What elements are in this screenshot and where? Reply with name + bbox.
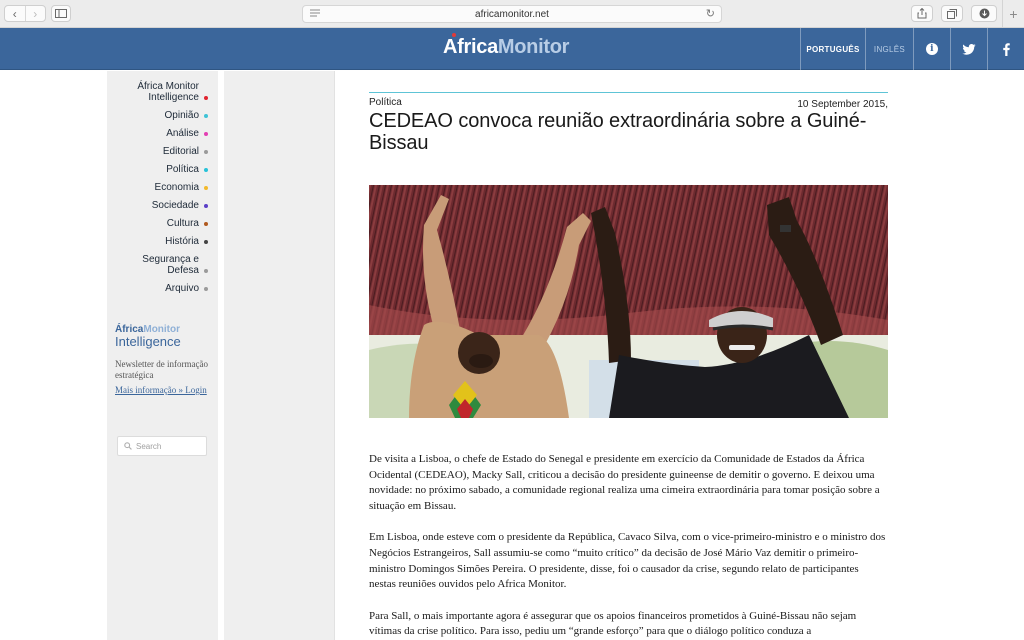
menu-item-economia[interactable]: Economia: [113, 182, 208, 193]
twitter-icon[interactable]: [950, 28, 987, 70]
back-icon[interactable]: ‹: [5, 6, 25, 21]
search-icon: [124, 442, 132, 450]
info-glyph: i: [926, 43, 938, 55]
category-dot-icon: [204, 203, 208, 208]
article-body: De visita a Lisboa, o chefe de Estado do…: [369, 452, 888, 640]
facebook-icon[interactable]: [987, 28, 1024, 70]
menu-item-politica[interactable]: Política: [113, 164, 208, 175]
category-dot-icon: [204, 286, 208, 291]
left-sidebar: África Monitor Intelligence Opinião Anál…: [107, 71, 218, 640]
menu-item-label: Economia: [154, 182, 199, 193]
category-dot-icon: [204, 221, 208, 226]
category-dot-icon: [204, 96, 208, 100]
article-date: 10 September 2015,: [797, 99, 888, 110]
intelligence-login-link[interactable]: Mais informação » Login: [115, 385, 215, 396]
search-input[interactable]: [136, 441, 196, 451]
middle-column: [224, 71, 334, 640]
category-dot-icon: [204, 149, 208, 154]
menu-item-label: Análise: [166, 128, 199, 139]
history-nav: ‹ ›: [4, 5, 46, 22]
search-box[interactable]: [117, 436, 207, 456]
category-dot-icon: [204, 131, 208, 136]
category-dot-icon: [204, 185, 208, 190]
menu-item-label: Arquivo: [165, 283, 199, 294]
menu-item-label: Sociedade: [151, 200, 199, 211]
menu-item-label: Segurança e Defesa: [142, 254, 199, 276]
language-portugues[interactable]: PORTUGUÊS: [800, 28, 865, 70]
menu-item-label: Opinião: [164, 110, 199, 121]
menu-item-africa-monitor-intelligence[interactable]: África Monitor Intelligence: [113, 81, 208, 103]
article-paragraph: Para Sall, o mais importante agora é ass…: [369, 609, 857, 638]
category-dot-icon: [204, 167, 208, 172]
column-divider: [334, 71, 335, 640]
menu-item-historia[interactable]: História: [113, 236, 208, 247]
site-logo[interactable]: Africa Monitor: [443, 33, 570, 59]
article-meta: Política 10 September 2015,: [369, 97, 888, 110]
intelligence-logo-c: Intelligence: [115, 334, 181, 349]
intelligence-promo: ÁfricaMonitor Intelligence Newsletter de…: [115, 324, 215, 396]
menu-item-label: Cultura: [166, 218, 199, 229]
sidebar-toggle-icon[interactable]: [51, 5, 71, 22]
menu-item-label: Política: [166, 164, 199, 175]
header-nav: PORTUGUÊS INGLÊS i: [800, 28, 1024, 70]
logo-part2: Monitor: [497, 36, 570, 58]
article-paragraph: De visita a Lisboa, o chefe de Estado do…: [369, 453, 880, 512]
article-title: CEDEAO convoca reunião extraordinária so…: [369, 110, 867, 154]
forward-icon[interactable]: ›: [24, 6, 46, 21]
menu-item-seguranca-e-defesa[interactable]: Segurança e Defesa: [113, 254, 208, 276]
info-icon[interactable]: i: [913, 28, 950, 70]
address-bar[interactable]: africamonitor.net ↻: [302, 5, 722, 23]
menu-item-opiniao[interactable]: Opinião: [113, 110, 208, 121]
reader-icon[interactable]: [310, 9, 320, 18]
category-dot-icon: [204, 239, 208, 244]
tabs-overview-icon[interactable]: [941, 5, 963, 22]
url-text: africamonitor.net: [475, 8, 549, 20]
menu-item-sociedade[interactable]: Sociedade: [113, 200, 208, 211]
language-ingles[interactable]: INGLÊS: [865, 28, 913, 70]
article-category[interactable]: Política: [369, 97, 402, 110]
menu-item-label: África Monitor Intelligence: [137, 81, 199, 103]
intelligence-description: Newsletter de informação estratégica: [115, 359, 208, 380]
reload-icon[interactable]: ↻: [706, 7, 715, 20]
menu-item-cultura[interactable]: Cultura: [113, 218, 208, 229]
menu-item-analise[interactable]: Análise: [113, 128, 208, 139]
site-header: Africa Monitor PORTUGUÊS INGLÊS i: [0, 28, 1024, 70]
menu-item-arquivo[interactable]: Arquivo: [113, 283, 208, 294]
menu-item-editorial[interactable]: Editorial: [113, 146, 208, 157]
menu-item-label: Editorial: [162, 146, 199, 157]
article-header: Política 10 September 2015, CEDEAO convo…: [369, 92, 888, 154]
logo-part1: Africa: [443, 36, 498, 58]
new-tab-icon[interactable]: +: [1002, 0, 1024, 28]
article-photo: [369, 185, 888, 418]
downloads-icon[interactable]: [971, 5, 997, 22]
logo-dot-icon: [452, 33, 456, 37]
article-paragraph: Em Lisboa, onde esteve com o presidente …: [369, 531, 886, 591]
category-dot-icon: [204, 113, 208, 118]
article-divider: [369, 92, 888, 93]
category-menu: África Monitor Intelligence Opinião Anál…: [113, 81, 208, 301]
share-icon[interactable]: [911, 5, 933, 22]
browser-toolbar: ‹ › africamonitor.net ↻ +: [0, 0, 1024, 28]
category-dot-icon: [204, 269, 208, 273]
menu-item-label: História: [165, 236, 199, 247]
